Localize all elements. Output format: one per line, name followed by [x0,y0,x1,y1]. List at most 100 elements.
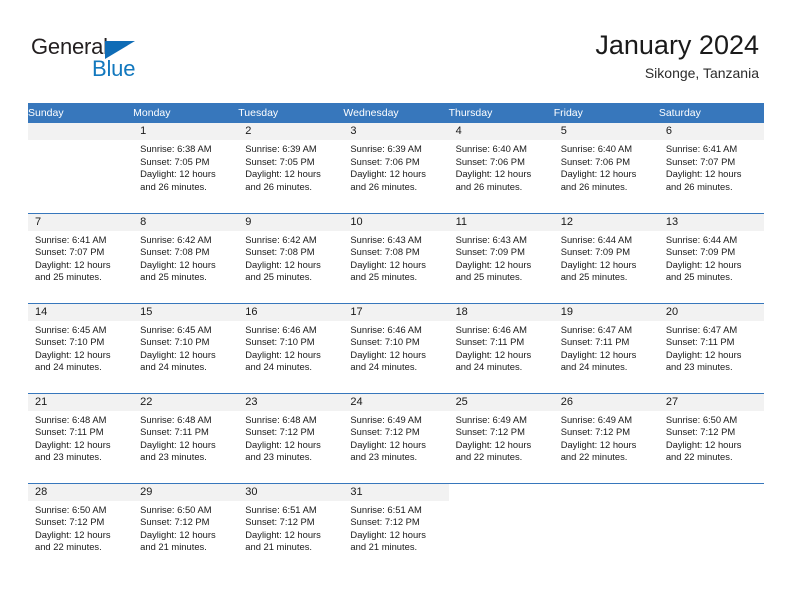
day-cell[interactable]: 27 Sunrise: 6:50 AM Sunset: 7:12 PM Dayl… [658,393,764,483]
sunrise-text: Sunrise: 6:38 AM [140,143,212,154]
sunrise-text: Sunrise: 6:44 AM [665,233,738,245]
sunrise-text: Sunrise: 6:46 AM [245,323,317,335]
day-info: Sunrise: 6:49 AM Sunset: 7:12 PM Dayligh… [343,411,448,464]
sunset-text: Sunset: 7:10 PM [140,336,210,347]
day-cell[interactable]: 25 Sunrise: 6:49 AM Sunset: 7:12 PM Dayl… [448,393,554,483]
sunrise-text: Sunrise: 6:41 AM [665,143,738,154]
day-cell[interactable]: 2 Sunrise: 6:39 AM Sunset: 7:05 PM Dayli… [238,123,344,213]
sunrise-text: Sunrise: 6:47 AM [560,323,633,335]
day-cell[interactable]: 6 Sunrise: 6:41 AM Sunset: 7:07 PM Dayli… [658,123,764,213]
daylight-text-line2: and 26 minutes. [455,180,523,192]
day-cell[interactable] [554,483,659,573]
day-cell[interactable]: 22 Sunrise: 6:48 AM Sunset: 7:11 PM Dayl… [133,393,239,483]
daylight-text-line2: and 21 minutes. [350,541,418,552]
day-cell[interactable]: 14 Sunrise: 6:45 AM Sunset: 7:10 PM Dayl… [28,303,134,393]
day-cell[interactable]: 21 Sunrise: 6:48 AM Sunset: 7:11 PM Dayl… [28,393,134,483]
day-info [28,140,133,143]
day-number: 30 [238,483,344,501]
day-number: 3 [343,123,449,140]
sunrise-text: Sunrise: 6:44 AM [560,233,633,245]
day-cell[interactable]: 3 Sunrise: 6:39 AM Sunset: 7:06 PM Dayli… [343,123,449,213]
day-cell[interactable]: 26 Sunrise: 6:49 AM Sunset: 7:12 PM Dayl… [553,393,659,483]
day-cell[interactable]: 12 Sunrise: 6:44 AM Sunset: 7:09 PM Dayl… [553,213,659,303]
daylight-text-line1: Daylight: 12 hours [140,258,216,270]
day-info: Sunrise: 6:44 AM Sunset: 7:09 PM Dayligh… [554,231,659,284]
day-cell[interactable]: 15 Sunrise: 6:45 AM Sunset: 7:10 PM Dayl… [133,303,239,393]
day-cell[interactable]: 30 Sunrise: 6:51 AM Sunset: 7:12 PM Dayl… [238,483,344,573]
day-cell[interactable]: 31 Sunrise: 6:51 AM Sunset: 7:12 PM Dayl… [343,483,449,573]
day-cell[interactable]: 13 Sunrise: 6:44 AM Sunset: 7:09 PM Dayl… [658,213,764,303]
daylight-text-line1: Daylight: 12 hours [140,438,216,450]
sunrise-text: Sunrise: 6:45 AM [35,323,107,335]
day-cell[interactable] [28,123,134,213]
sunrise-text: Sunrise: 6:49 AM [560,413,633,425]
daylight-text-line1: Daylight: 12 hours [455,168,532,179]
sunset-text: Sunset: 7:11 PM [140,426,209,437]
sunrise-text: Sunrise: 6:48 AM [140,413,212,425]
daylight-text-line2: and 25 minutes. [245,271,312,282]
day-info: Sunrise: 6:43 AM Sunset: 7:08 PM Dayligh… [343,231,448,284]
sunrise-text: Sunrise: 6:39 AM [245,143,317,154]
day-cell[interactable]: 23 Sunrise: 6:48 AM Sunset: 7:12 PM Dayl… [238,393,344,483]
day-cell[interactable]: 19 Sunrise: 6:47 AM Sunset: 7:11 PM Dayl… [553,303,659,393]
daylight-text-line1: Daylight: 12 hours [245,348,321,360]
daylight-text-line1: Daylight: 12 hours [455,258,532,270]
day-info: Sunrise: 6:43 AM Sunset: 7:09 PM Dayligh… [449,231,554,284]
day-info: Sunrise: 6:50 AM Sunset: 7:12 PM Dayligh… [28,501,133,554]
daylight-text-line2: and 24 minutes. [35,361,102,372]
day-cell[interactable]: 18 Sunrise: 6:46 AM Sunset: 7:11 PM Dayl… [448,303,554,393]
day-number: 16 [238,303,344,321]
day-cell[interactable]: 5 Sunrise: 6:40 AM Sunset: 7:06 PM Dayli… [553,123,659,213]
day-cell[interactable]: 24 Sunrise: 6:49 AM Sunset: 7:12 PM Dayl… [343,393,449,483]
weekday-header-monday: Monday [133,103,239,123]
daylight-text-line1: Daylight: 12 hours [245,438,321,450]
weekday-header-sunday: Sunday [28,103,134,123]
page-header: General Blue January 2024 Sikonge, Tanza… [0,0,792,98]
sunset-text: Sunset: 7:11 PM [35,426,104,437]
daylight-text-line1: Daylight: 12 hours [350,438,426,450]
daylight-text-line1: Daylight: 12 hours [35,258,111,270]
day-number [554,484,659,501]
daylight-text-line2: and 21 minutes. [245,541,312,552]
sunset-text: Sunset: 7:06 PM [560,155,631,167]
day-number: 25 [448,393,554,411]
day-info [659,501,764,504]
day-cell[interactable]: 1 Sunrise: 6:38 AM Sunset: 7:05 PM Dayli… [133,123,239,213]
sunset-text: Sunset: 7:06 PM [455,155,525,167]
day-info: Sunrise: 6:49 AM Sunset: 7:12 PM Dayligh… [554,411,659,464]
daylight-text-line2: and 23 minutes. [350,451,418,462]
day-cell[interactable]: 8 Sunrise: 6:42 AM Sunset: 7:08 PM Dayli… [133,213,239,303]
day-cell[interactable]: 11 Sunrise: 6:43 AM Sunset: 7:09 PM Dayl… [448,213,554,303]
day-cell[interactable]: 4 Sunrise: 6:40 AM Sunset: 7:06 PM Dayli… [448,123,554,213]
daylight-text-line1: Daylight: 12 hours [665,258,742,270]
day-number [28,123,134,140]
day-cell[interactable]: 20 Sunrise: 6:47 AM Sunset: 7:11 PM Dayl… [658,303,764,393]
day-info: Sunrise: 6:49 AM Sunset: 7:12 PM Dayligh… [449,411,554,464]
day-cell[interactable]: 29 Sunrise: 6:50 AM Sunset: 7:12 PM Dayl… [133,483,239,573]
day-cell[interactable]: 7 Sunrise: 6:41 AM Sunset: 7:07 PM Dayli… [28,213,134,303]
sunset-text: Sunset: 7:12 PM [140,516,210,527]
day-cell[interactable]: 9 Sunrise: 6:42 AM Sunset: 7:08 PM Dayli… [238,213,344,303]
day-cell[interactable] [659,483,764,573]
day-cell[interactable] [449,483,554,573]
general-blue-logo[interactable]: General Blue [31,36,231,88]
day-number: 26 [553,393,659,411]
sunrise-text: Sunrise: 6:42 AM [245,233,317,245]
sunset-text: Sunset: 7:12 PM [245,426,315,437]
daylight-text-line1: Daylight: 12 hours [665,348,742,360]
day-cell[interactable]: 17 Sunrise: 6:46 AM Sunset: 7:10 PM Dayl… [343,303,449,393]
daylight-text-line2: and 23 minutes. [245,451,312,462]
day-cell[interactable]: 16 Sunrise: 6:46 AM Sunset: 7:10 PM Dayl… [238,303,344,393]
sunset-text: Sunset: 7:07 PM [35,246,105,257]
day-info: Sunrise: 6:41 AM Sunset: 7:07 PM Dayligh… [28,231,133,284]
day-cell[interactable]: 28 Sunrise: 6:50 AM Sunset: 7:12 PM Dayl… [28,483,134,573]
daylight-text-line1: Daylight: 12 hours [665,438,742,450]
day-cell[interactable]: 10 Sunrise: 6:43 AM Sunset: 7:08 PM Dayl… [343,213,449,303]
sunset-text: Sunset: 7:09 PM [560,246,631,257]
sunrise-text: Sunrise: 6:51 AM [245,503,317,515]
weekday-header-wednesday: Wednesday [343,103,449,123]
daylight-text-line1: Daylight: 12 hours [35,438,111,450]
day-info: Sunrise: 6:48 AM Sunset: 7:11 PM Dayligh… [133,411,238,464]
daylight-text-line1: Daylight: 12 hours [350,528,426,540]
daylight-text-line2: and 23 minutes. [35,451,102,462]
